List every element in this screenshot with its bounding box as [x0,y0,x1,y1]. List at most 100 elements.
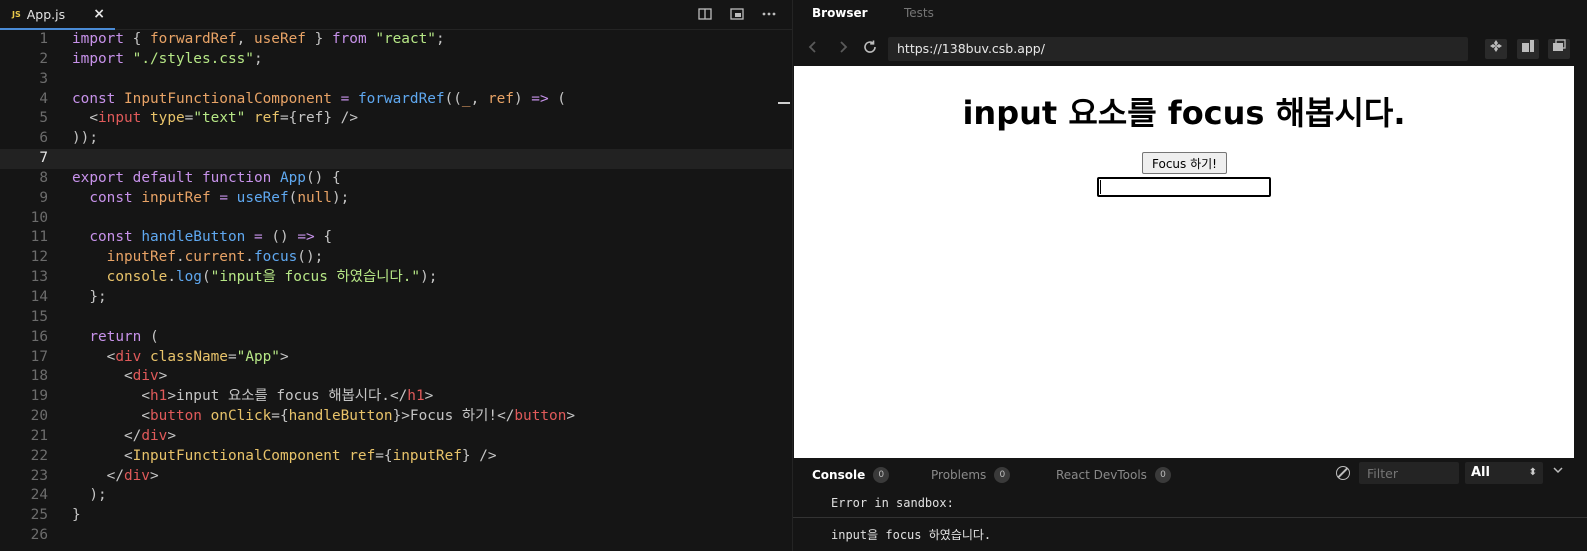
line-content: console.log("input을 focus 하였습니다."); [106,269,438,286]
code-line[interactable]: 22 <InputFunctionalComponent ref={inputR… [0,447,792,467]
line-number: 11 [30,229,48,246]
line-number: 23 [30,467,48,484]
code-line[interactable]: 24 ); [0,486,792,506]
code-line-active[interactable]: 7 [0,149,792,169]
code-line[interactable]: 2 import "./styles.css"; [0,50,792,70]
line-content: import { forwardRef, useRef } from "reac… [72,31,445,47]
line-number: 25 [30,507,48,524]
line-content: <h1>input 요소를 focus 해봅시다.</h1> [141,388,434,405]
preview-icon[interactable] [728,6,746,24]
line-content: </div> [123,427,176,444]
code-area[interactable]: 1 import { forwardRef, useRef } from "rea… [0,30,792,551]
line-content: import "./styles.css"; [72,50,263,67]
line-content: <button onClick={handleButton}>Focus 하기!… [141,408,576,425]
code-line[interactable]: 6)); [0,129,792,149]
line-number: 15 [30,308,48,325]
line-content: </div> [106,467,159,484]
console-toolbar: Console 0 Problems 0 React DevTools 0 Al… [793,460,1587,488]
code-line[interactable]: 14 }; [0,288,792,308]
chevron-down-icon[interactable] [1553,464,1563,477]
open-window-icon[interactable] [1548,39,1570,59]
tab-label: React DevTools [1056,468,1147,482]
code-line[interactable]: 21 </div> [0,427,792,447]
line-content: )); [72,130,98,147]
code-line[interactable]: 19 <h1>input 요소를 focus 해봅시다.</h1> [0,387,792,407]
line-number: 6 [39,130,48,147]
close-icon[interactable]: × [93,6,105,22]
code-line[interactable]: 18 <div> [0,367,792,387]
layout-icon[interactable] [1517,39,1539,59]
line-number: 22 [30,447,48,464]
forward-icon[interactable] [833,39,853,59]
tab-app-js[interactable]: JS App.js × [0,0,115,30]
line-number: 19 [30,388,48,405]
line-number: 10 [30,209,48,226]
code-line[interactable]: 4 const InputFunctionalComponent = forwar… [0,90,792,110]
browser-navbar: https://138buv.csb.app/ [793,34,1587,64]
code-line[interactable]: 26 [0,526,792,546]
line-content: export default function App() { [72,169,341,186]
url-input[interactable]: https://138buv.csb.app/ [888,37,1468,61]
tab-browser[interactable]: Browser [812,6,868,20]
code-line[interactable]: 23 </div> [0,467,792,487]
line-content: inputRef.current.focus(); [106,249,324,266]
line-content: <div> [123,368,168,385]
count-badge: 0 [1154,467,1171,483]
line-number: 13 [30,269,48,286]
console-message: Error in sandbox: [793,488,1587,518]
log-level-value: All [1471,465,1490,480]
code-line[interactable]: 13 console.log("input을 focus 하였습니다."); [0,268,792,288]
code-line[interactable]: 1 import { forwardRef, useRef } from "rea… [0,30,792,50]
line-content: }; [89,288,107,305]
log-level-select[interactable]: All ⬍ [1465,462,1543,484]
devtools-icon[interactable] [1485,39,1507,59]
focus-button[interactable]: Focus 하기! [1142,152,1227,174]
code-line[interactable]: 3 [0,70,792,90]
tab-problems[interactable]: Problems 0 [931,467,1011,483]
line-content: const inputRef = useRef(null); [89,189,350,206]
line-number: 2 [39,50,48,67]
count-badge: 0 [873,467,890,483]
refresh-icon[interactable] [860,39,880,59]
select-arrows-icon: ⬍ [1528,467,1537,478]
tab-console[interactable]: Console 0 [812,467,890,483]
code-line[interactable]: 15 [0,308,792,328]
split-view-icon[interactable] [696,6,714,24]
back-icon[interactable] [803,39,823,59]
code-line[interactable]: 16 return ( [0,328,792,348]
text-input[interactable] [1097,177,1271,197]
code-line[interactable]: 9 const inputRef = useRef(null); [0,189,792,209]
code-line[interactable]: 12 inputRef.current.focus(); [0,248,792,268]
more-icon[interactable] [760,6,778,24]
js-file-icon: JS [12,9,21,19]
code-line[interactable]: 5 <input type="text" ref={ref} /> [0,109,792,129]
code-editor[interactable]: JS App.js × 1 import { forwardRef, useRef… [0,0,792,551]
code-line[interactable]: 10 [0,209,792,229]
code-line[interactable]: 20 <button onClick={handleButton}>Focus … [0,407,792,427]
line-number: 26 [30,527,48,544]
line-content: const handleButton = () => { [89,229,332,246]
line-number: 5 [39,110,48,127]
tab-label: App.js [26,6,66,22]
line-content: const InputFunctionalComponent = forward… [72,90,566,107]
line-content: } [72,507,81,524]
tab-label: Problems [931,468,987,482]
tab-tests[interactable]: Tests [904,6,934,20]
code-line[interactable]: 17 <div className="App"> [0,348,792,368]
tab-react-devtools[interactable]: React DevTools 0 [1056,467,1171,483]
line-number: 4 [39,90,48,107]
console-filter-input[interactable] [1359,462,1459,484]
line-number: 21 [30,427,48,444]
text-caret [1100,180,1101,194]
line-number: 12 [30,249,48,266]
line-content: <input type="text" ref={ref} /> [89,110,358,127]
clear-console-icon[interactable] [1336,466,1350,480]
console-message: input을 focus 하였습니다. [831,528,992,542]
preview-pane: Browser Tests https://138buv.csb.app/ in… [792,0,1587,551]
code-line[interactable]: 11 const handleButton = () => { [0,228,792,248]
code-line[interactable]: 8 export default function App() { [0,169,792,189]
count-badge: 0 [994,467,1011,483]
code-line[interactable]: 25} [0,506,792,526]
line-content: <div className="App"> [106,348,289,365]
pane-resize-handle[interactable] [778,102,790,104]
